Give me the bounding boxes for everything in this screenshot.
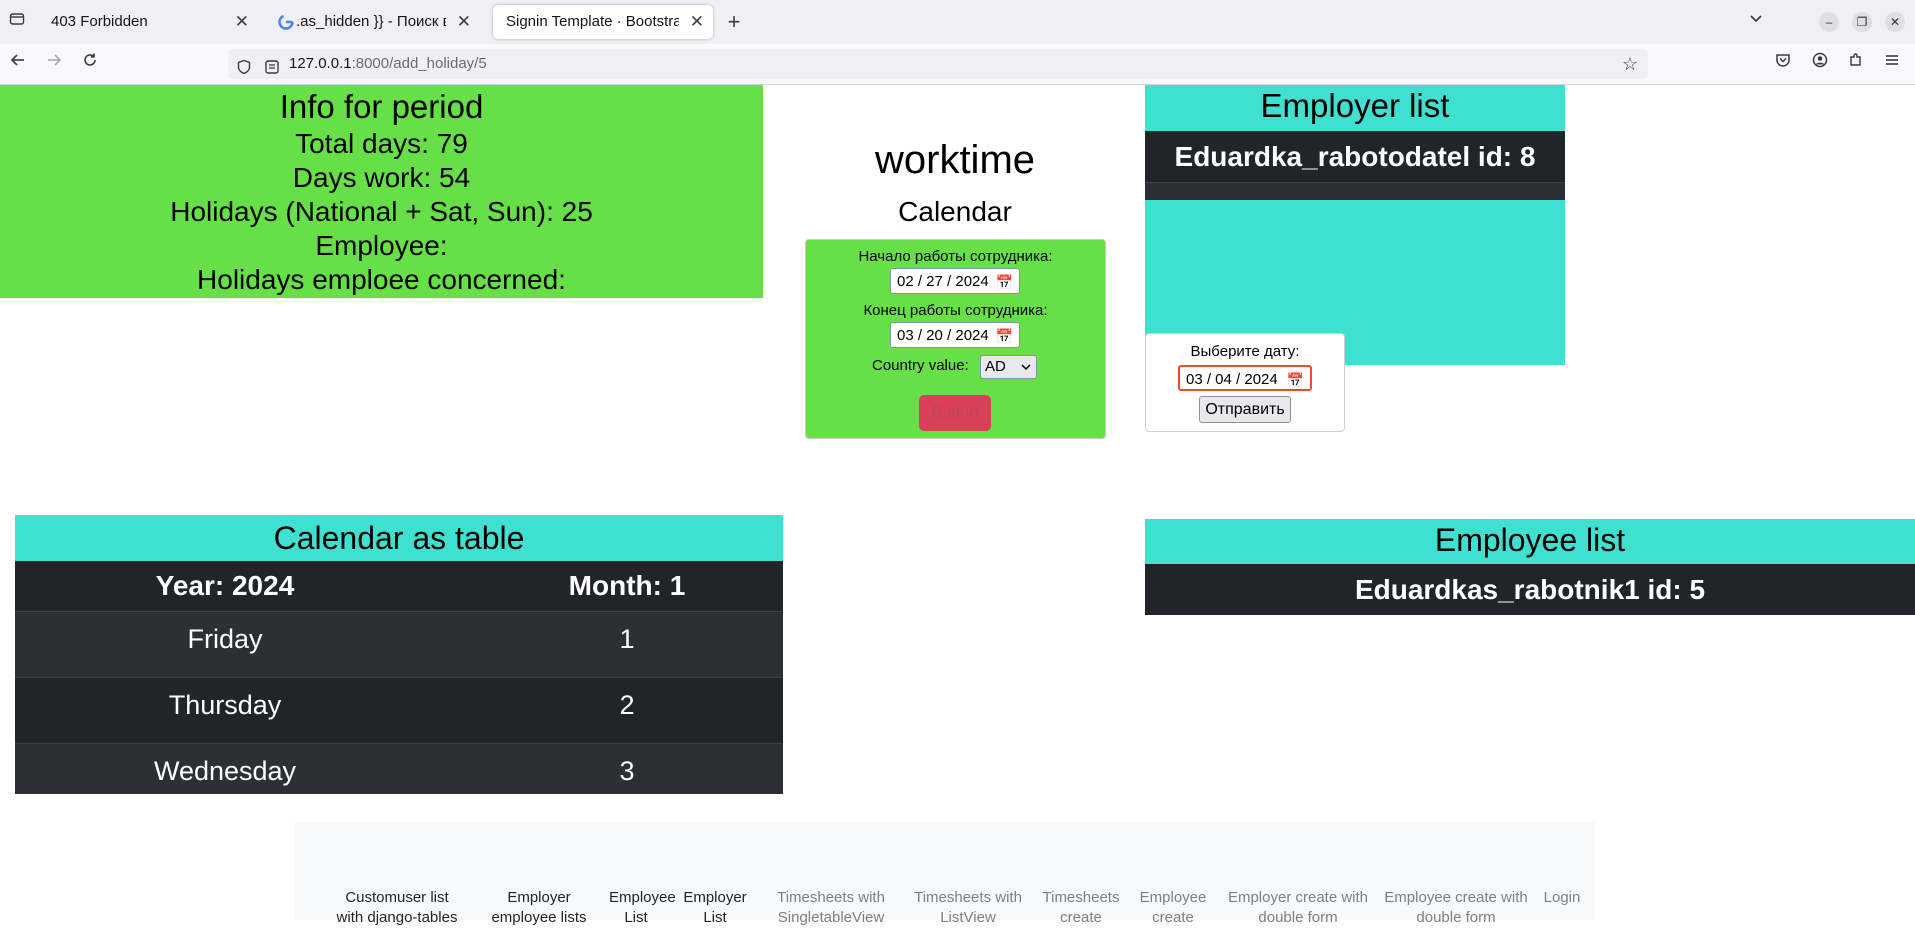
url-path: :8000/add_holiday/5 xyxy=(351,55,487,72)
send-button[interactable]: Отправить xyxy=(1199,396,1291,423)
tab-google-search[interactable]: .as_hidden }} - Поиск в Google ✕ xyxy=(268,5,480,39)
extensions-icon[interactable] xyxy=(1844,52,1868,73)
period-form: Начало работы сотрудника: 02 / 27 / 2024… xyxy=(805,239,1106,439)
employer-row[interactable]: Eduardka_rabotodatel id: 8 xyxy=(1145,131,1565,182)
close-window-icon[interactable]: ✕ xyxy=(1885,12,1905,32)
new-tab-plus-icon[interactable]: + xyxy=(722,9,746,35)
pocket-icon[interactable] xyxy=(1771,52,1795,73)
brand-title: worktime xyxy=(874,138,1036,182)
month-header: Month: 1 xyxy=(568,570,686,601)
nav-link-employer-create-double[interactable]: Employer create with double form xyxy=(1223,888,1373,928)
url-host: 127.0.0.1 xyxy=(289,55,352,72)
close-icon[interactable]: ✕ xyxy=(690,5,704,39)
nav-link-timesheets-create[interactable]: Timesheets create xyxy=(1039,888,1123,928)
end-date-label: Конец работы сотрудника: xyxy=(863,302,1048,319)
bookmark-star-icon[interactable]: ☆ xyxy=(1622,49,1638,79)
end-date-input[interactable]: 03 / 20 / 2024 📅 xyxy=(890,322,1020,348)
holidays-employee-text: Holidays emploee concerned: xyxy=(197,264,566,295)
nav-link-employee-list[interactable]: Employee List xyxy=(609,888,676,928)
tab-signin-template[interactable]: Signin Template · Bootstrap ✕ xyxy=(493,5,713,39)
table-header-row: Year: 2024 Month: 1 xyxy=(15,561,783,611)
employee-list-title: Employee list xyxy=(1145,519,1915,564)
calendar-table-title: Calendar as table xyxy=(15,515,783,561)
days-work-text: Days work: 54 xyxy=(292,162,471,193)
tab-label: Signin Template · Bootstrap xyxy=(506,13,679,30)
country-label: Country value: xyxy=(872,357,969,374)
nav-link-login[interactable]: Login xyxy=(1539,888,1585,908)
employee-list-panel: Employee list Eduardkas_rabotnik1 id: 5 xyxy=(1145,519,1915,616)
end-date-value: 03 / 20 / 2024 xyxy=(897,327,989,344)
calendar-heading: Calendar xyxy=(898,196,1012,227)
minimize-icon[interactable]: – xyxy=(1819,12,1839,32)
table-row: Thursday 2 xyxy=(15,677,783,744)
close-icon[interactable]: ✕ xyxy=(457,5,471,39)
nav-link-employer-employee-lists[interactable]: Employer employee lists xyxy=(489,888,589,928)
year-header: Year: 2024 xyxy=(155,570,295,601)
reload-icon[interactable] xyxy=(78,52,102,73)
total-days-text: Total days: 79 xyxy=(295,128,468,159)
back-arrow-icon[interactable] xyxy=(6,52,30,73)
employer-list-title: Employer list xyxy=(1260,87,1450,124)
tab-label: .as_hidden }} - Поиск в Google xyxy=(296,13,446,30)
app-menu-icon[interactable] xyxy=(1880,52,1904,73)
close-icon[interactable]: ✕ xyxy=(235,5,249,39)
start-date-label: Начало работы сотрудника: xyxy=(858,248,1053,265)
choose-date-label: Выберите дату: xyxy=(1190,343,1300,360)
employee-row[interactable]: Eduardkas_rabotnik1 id: 5 xyxy=(1145,564,1915,615)
info-panel-title: Info for period xyxy=(279,88,484,125)
holiday-date-form: Выберите дату: 03 / 04 / 2024 📅 Отправит… xyxy=(1145,333,1345,432)
forward-arrow-icon[interactable] xyxy=(42,52,66,73)
address-bar[interactable]: 127.0.0.1:8000/add_holiday/5 ☆ xyxy=(228,49,1648,79)
google-icon xyxy=(278,14,294,30)
nav-link-timesheets-singletable[interactable]: Timesheets with SingletableView xyxy=(771,888,891,928)
day-number-cell: 2 xyxy=(619,690,635,720)
shield-icon[interactable] xyxy=(236,56,252,86)
nav-link-employee-create-double[interactable]: Employee create with double form xyxy=(1381,888,1531,928)
page-info-icon[interactable] xyxy=(264,56,280,86)
start-date-value: 02 / 27 / 2024 xyxy=(897,273,989,290)
employer-list-panel: Employer list Eduardka_rabotodatel id: 8 xyxy=(1145,85,1565,365)
nav-link-employee-create[interactable]: Employee create xyxy=(1133,888,1213,928)
employee-text: Employee: xyxy=(315,230,448,261)
nav-link-customuser-list[interactable]: Customuser list with django-tables xyxy=(333,888,461,928)
calendar-table-panel: Calendar as table Year: 2024 Month: 1 Fr… xyxy=(15,515,783,794)
calendar-icon[interactable]: 📅 xyxy=(1287,367,1304,393)
footer-nav: Customuser list with django-tables Emplo… xyxy=(295,822,1595,926)
day-number-cell: 3 xyxy=(619,756,635,786)
table-row: Friday 1 xyxy=(15,611,783,678)
nav-link-timesheets-listview[interactable]: Timesheets with ListView xyxy=(913,888,1023,928)
tab-list-icon[interactable] xyxy=(5,11,29,32)
holiday-date-input[interactable]: 03 / 04 / 2024 📅 xyxy=(1178,365,1312,391)
holiday-date-value: 03 / 04 / 2024 xyxy=(1186,371,1278,388)
navigation-toolbar: 127.0.0.1:8000/add_holiday/5 ☆ xyxy=(0,44,1915,85)
country-select[interactable]: AD xyxy=(980,355,1037,379)
day-name-cell: Thursday xyxy=(168,690,282,720)
url-text: 127.0.0.1:8000/add_holiday/5 xyxy=(289,49,487,79)
country-select-value: AD xyxy=(985,358,1006,375)
chevron-down-icon xyxy=(1021,356,1031,379)
nav-link-employer-list[interactable]: Employer List xyxy=(683,888,747,928)
account-icon[interactable] xyxy=(1808,52,1832,73)
holidays-text: Holidays (National + Sat, Sun): 25 xyxy=(170,196,593,227)
tab-bar: 403 Forbidden ✕ .as_hidden }} - Поиск в … xyxy=(0,0,1915,44)
tab-label: 403 Forbidden xyxy=(51,13,148,30)
day-name-cell: Friday xyxy=(187,624,263,654)
table-row: Wednesday 3 xyxy=(15,743,783,794)
start-date-input[interactable]: 02 / 27 / 2024 📅 xyxy=(890,268,1020,294)
restore-icon[interactable]: ❐ xyxy=(1852,12,1872,32)
employer-row-empty xyxy=(1145,182,1565,200)
info-for-period-panel: Info for period Total days: 79 Days work… xyxy=(0,85,763,298)
tab-403-forbidden[interactable]: 403 Forbidden ✕ xyxy=(38,5,258,39)
list-all-tabs-chevron-icon[interactable] xyxy=(1744,10,1768,31)
day-number-cell: 1 xyxy=(619,624,635,654)
submit-period-button[interactable]: Button xyxy=(919,395,991,431)
day-name-cell: Wednesday xyxy=(153,756,297,786)
calendar-icon[interactable]: 📅 xyxy=(996,323,1013,349)
calendar-icon[interactable]: 📅 xyxy=(996,269,1013,295)
